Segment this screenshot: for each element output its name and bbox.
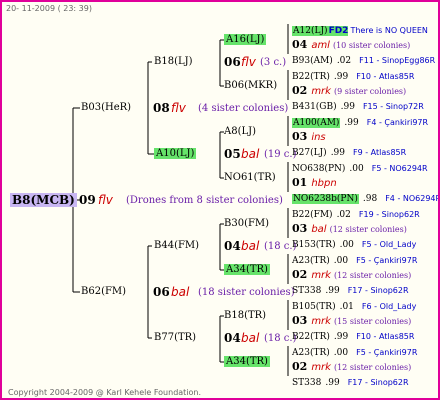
l3-colony-5: B30(FM) (224, 218, 270, 229)
l1-gen-1: 08 (153, 101, 170, 115)
l1-colony-2: B62(FM) (81, 286, 127, 297)
l3-colony-3: A8(LJ) (224, 126, 257, 137)
l2-gen-3: 04 (224, 239, 241, 253)
copyright: Copyright 2004-2009 @ Karl Kehele Founda… (8, 388, 202, 397)
l2-colony-1: B18(LJ) (154, 56, 193, 67)
l3-colony-7: B18(TR) (224, 310, 267, 321)
l2-gen-2: 05 (224, 147, 241, 161)
root-code: flv (98, 193, 113, 207)
l1-code-1: flv (171, 101, 186, 115)
l1-note-2: (18 sister colonies) (198, 287, 295, 298)
right-year: .99 (325, 378, 340, 388)
l3-colony-4: NO61(TR) (224, 172, 276, 183)
l3-colony-6: A34(TR) (224, 264, 270, 275)
right-origin: F5 - NO6294R (371, 164, 428, 173)
l2-code-2: bal (241, 147, 260, 161)
root-colony: B8(MCB) (10, 193, 77, 207)
pedigree-frame: 20- 11-2009 ( 23: 39) B8(MCB) 09 flv (Dr… (0, 0, 440, 400)
l3-colony-1: A16(LJ) (224, 34, 267, 45)
root-generation: 09 (79, 193, 96, 207)
right-origin: F4 - Çankiri97R (366, 118, 429, 127)
l3-colony-8: A34(TR) (224, 356, 270, 367)
l2-code-4: bal (241, 331, 260, 345)
l2-colony-2: A10(LJ) (154, 148, 197, 159)
right-year: .99 (344, 118, 359, 128)
l2-gen-1: 06 (224, 55, 241, 69)
l2-gen-4: 04 (224, 331, 241, 345)
l2-note-1: (3 c.) (260, 57, 287, 68)
right-year: .00 (349, 164, 364, 174)
date-stamp: 20- 11-2009 ( 23: 39) (6, 4, 92, 13)
right-row: ST338.99 F17 - Sinop62R (292, 370, 409, 389)
l3-colony-2: B06(MKR) (224, 80, 278, 91)
right-origin: F17 - Sinop62R (347, 378, 409, 387)
l1-colony-1: B03(HeR) (81, 102, 132, 113)
l1-code-2: bal (171, 285, 190, 299)
l1-note-1: (4 sister colonies) (198, 103, 289, 114)
l2-colony-3: B44(FM) (154, 240, 200, 251)
right-colony: ST338 (292, 378, 322, 388)
l2-code-1: flv (241, 55, 256, 69)
root-note: (Drones from 8 sister colonies) (126, 195, 283, 206)
l1-gen-2: 06 (153, 285, 170, 299)
l2-code-3: bal (241, 239, 260, 253)
l2-colony-4: B77(TR) (154, 332, 197, 343)
